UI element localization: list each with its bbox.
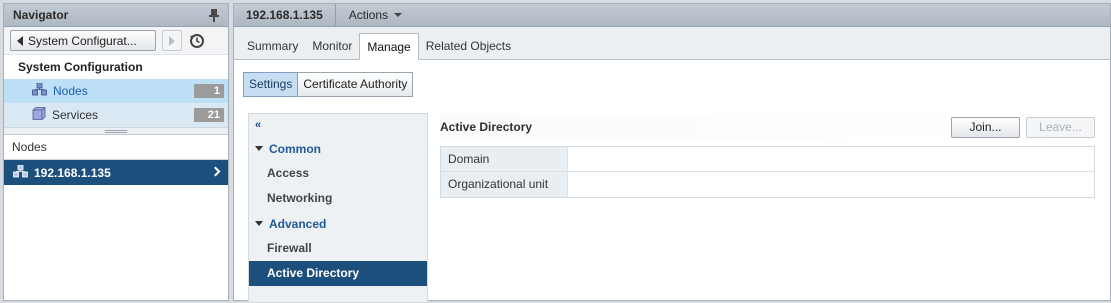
count-badge: 1 [194,84,224,98]
subtab-certificate-authority[interactable]: Certificate Authority [298,72,414,97]
tab-summary[interactable]: Summary [240,33,305,59]
nav-item-services[interactable]: Services 21 [4,103,228,127]
main-header: 192.168.1.135 Actions [234,3,1110,27]
sidebar-item-networking[interactable]: Networking [249,186,427,211]
navigator-pane: Navigator System Configurat... System Co… [3,3,229,301]
content-actions: Join... Leave... [951,116,1095,138]
actions-label: Actions [348,8,389,22]
navigator-title: Navigator [13,8,69,22]
back-button[interactable]: System Configurat... [10,30,156,51]
expand-triangle-icon [255,146,263,151]
join-button[interactable]: Join... [951,116,1020,138]
nodes-icon [32,82,47,99]
caret-down-icon [394,13,403,17]
property-key: Domain [441,147,568,171]
properties-grid: Domain Organizational unit [440,146,1095,198]
property-value [568,147,1094,171]
content-panel: Active Directory Join... Leave... Domain… [440,114,1095,198]
services-icon [32,107,46,123]
property-value [568,172,1094,197]
section-label: Common [269,141,321,156]
node-icon [13,164,28,181]
sidebar-item-firewall[interactable]: Firewall [249,236,427,261]
tab-bar: Summary Monitor Manage Related Objects [234,27,1110,60]
property-row: Domain [441,147,1094,172]
main-pane: 192.168.1.135 Actions Summary Monitor Ma… [233,3,1111,303]
pane-splitter[interactable] [4,127,228,135]
navigator-toolbar: System Configurat... [4,27,228,55]
nav-item-label: Nodes [53,84,88,98]
content-header: Active Directory Join... Leave... [440,114,1095,140]
sidebar-item-active-directory[interactable]: Active Directory [249,261,427,286]
history-icon[interactable] [188,32,206,50]
nav-item-label: Services [52,108,99,122]
node-row-selected[interactable]: 192.168.1.135 [4,160,228,185]
section-advanced[interactable]: Advanced [249,211,427,236]
tab-related-objects[interactable]: Related Objects [419,33,518,59]
collapse-sidebar-button[interactable]: « [249,114,427,136]
node-label: 192.168.1.135 [34,165,111,180]
forward-arrow-icon [169,35,175,46]
navigator-header: Navigator [4,4,228,27]
count-badge: 21 [194,108,224,122]
property-row: Organizational unit [441,172,1094,197]
pin-icon[interactable] [208,8,220,22]
actions-menu[interactable]: Actions [336,8,403,22]
back-arrow-icon [17,35,23,46]
nav-item-nodes[interactable]: Nodes 1 [4,79,228,103]
section-label: Advanced [269,216,327,231]
tab-manage[interactable]: Manage [359,33,419,60]
section-title: System Configuration [18,60,143,74]
object-title: 192.168.1.135 [234,3,336,27]
tab-monitor[interactable]: Monitor [305,33,359,59]
forward-button[interactable] [162,30,182,51]
chevron-right-icon [210,166,221,177]
settings-sidebar: « Common Access Networking Advanced Fire… [248,113,428,303]
back-button-label: System Configurat... [28,33,137,48]
property-key: Organizational unit [441,172,568,197]
section-common[interactable]: Common [249,136,427,161]
expand-triangle-icon [255,221,263,226]
sidebar-item-access[interactable]: Access [249,161,427,186]
subtab-bar: Settings Certificate Authority [243,72,414,97]
nodes-header: Nodes [4,135,228,160]
leave-button[interactable]: Leave... [1026,116,1095,138]
content-title: Active Directory [440,120,533,134]
subtab-settings[interactable]: Settings [243,72,299,97]
